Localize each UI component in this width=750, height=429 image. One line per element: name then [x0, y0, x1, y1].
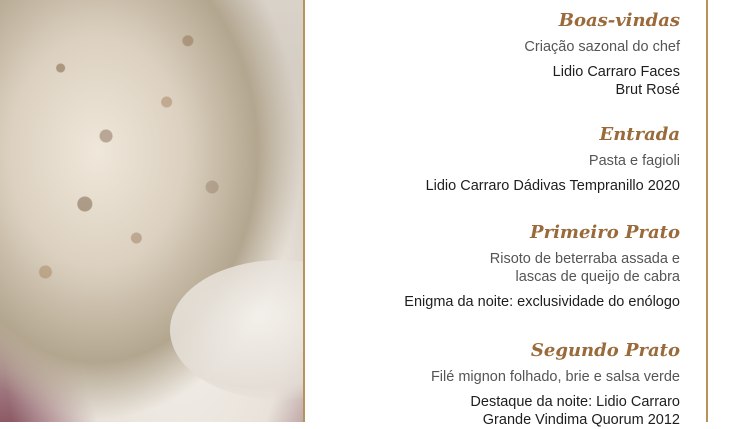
course-title: Entrada — [599, 124, 680, 145]
course-title: Primeiro Prato — [530, 222, 680, 243]
course-wine: Lidio Carraro Faces — [552, 64, 680, 80]
course-dish: Criação sazonal do chef — [524, 39, 680, 55]
course-dish: Filé mignon folhado, brie e salsa verde — [430, 369, 680, 385]
course-primeiro-prato: Primeiro Prato Risoto de beterraba assad… — [404, 222, 680, 311]
course-entrada: Entrada Pasta e fagioli Lidio Carraro Dá… — [426, 124, 680, 195]
course-wine: Brut Rosé — [615, 82, 680, 98]
dish-photo — [0, 0, 303, 422]
menu-border-right — [706, 0, 708, 422]
course-title: Boas-vindas — [558, 10, 680, 31]
course-wine: Grande Vindima Quorum 2012 — [482, 412, 680, 428]
course-segundo-prato: Segundo Prato Filé mignon folhado, brie … — [431, 340, 680, 429]
course-dish: Risoto de beterraba assada e — [489, 251, 680, 267]
course-dish: Pasta e fagioli — [588, 153, 680, 169]
course-wine: Enigma da noite: exclusividade do enólog… — [404, 294, 680, 310]
course-wine: Lidio Carraro Dádivas Tempranillo 2020 — [425, 178, 680, 194]
course-wine: Destaque da noite: Lidio Carraro — [470, 394, 680, 410]
course-boas-vindas: Boas-vindas Criação sazonal do chef Lidi… — [524, 10, 680, 99]
course-dish: lascas de queijo de cabra — [515, 269, 680, 285]
menu-panel: Boas-vindas Criação sazonal do chef Lidi… — [305, 0, 706, 428]
course-title: Segundo Prato — [530, 340, 680, 361]
